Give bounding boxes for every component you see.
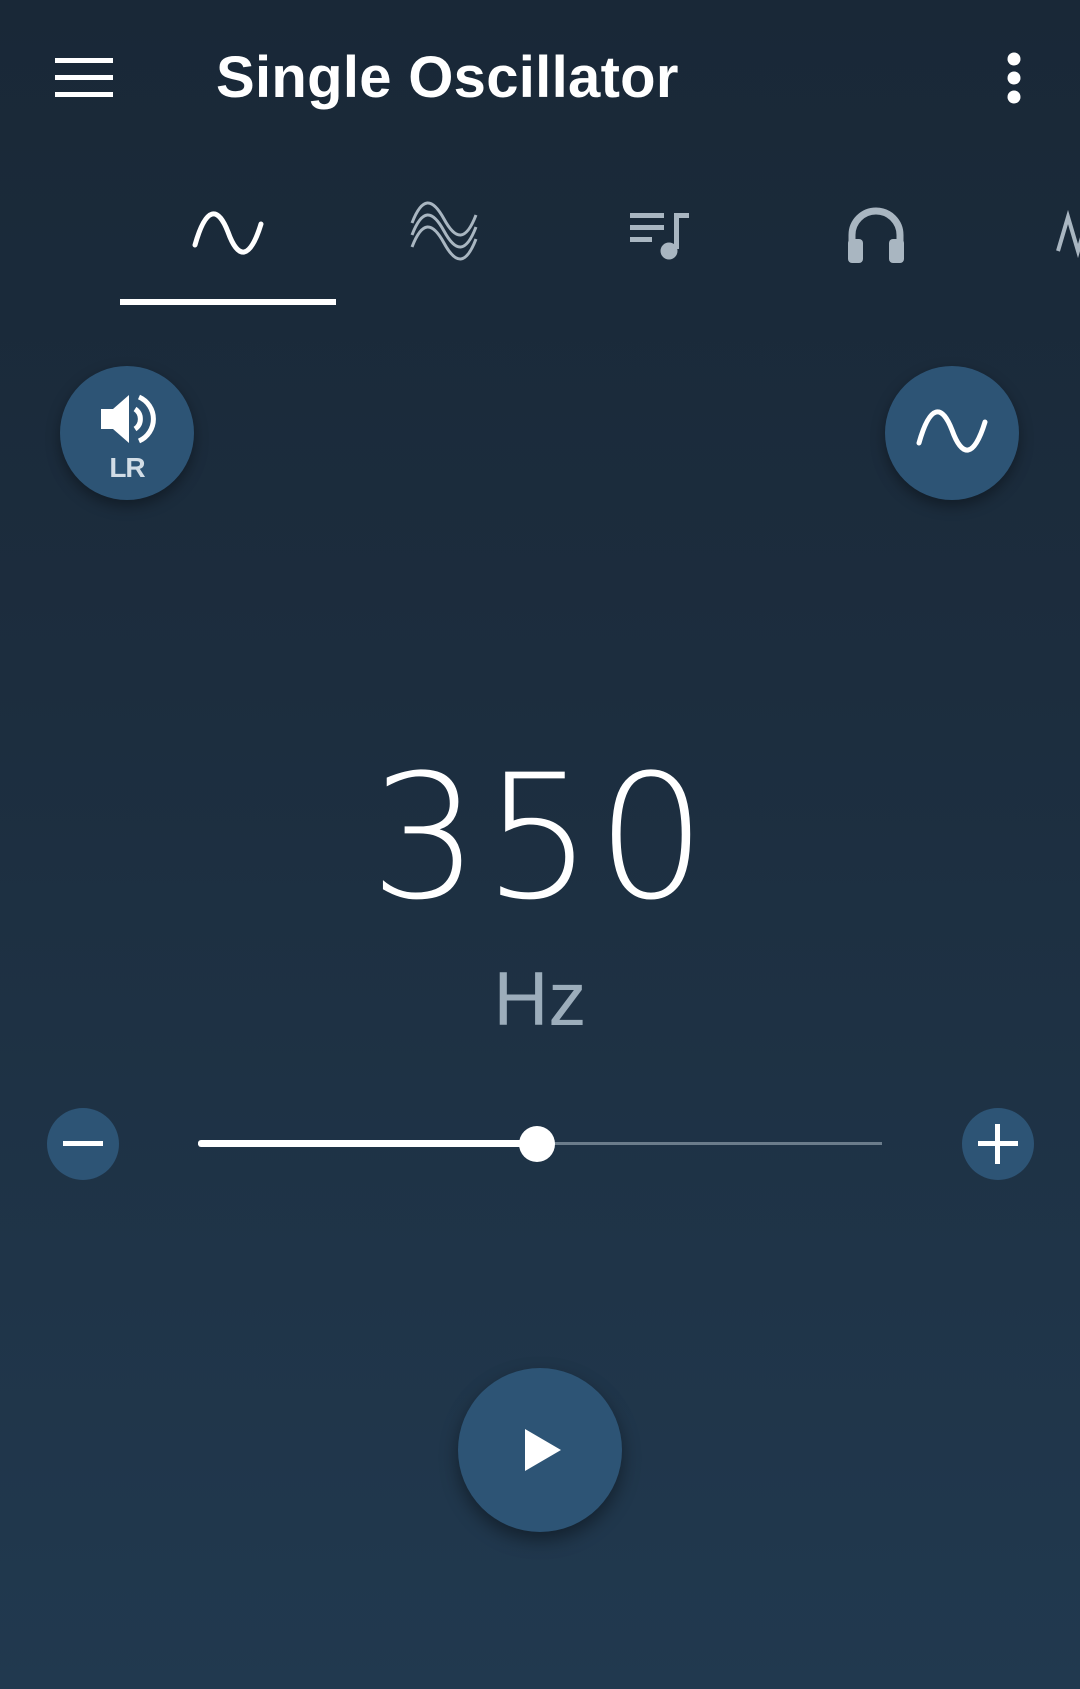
headphones-icon [848, 207, 904, 263]
frequency-value[interactable]: 350 [0, 738, 1080, 938]
playlist-music-icon [630, 213, 689, 260]
channel-label: LR [109, 452, 145, 483]
plus-icon [978, 1124, 1018, 1164]
frequency-unit: Hz [493, 957, 587, 1042]
play-icon [525, 1429, 561, 1471]
volume-icon [101, 394, 156, 444]
waveform-button[interactable] [885, 366, 1019, 500]
slider-thumb[interactable] [519, 1126, 555, 1162]
frequency-slider[interactable] [198, 1124, 882, 1164]
decrease-frequency-button[interactable] [47, 1108, 119, 1180]
sine-wave-icon [916, 409, 988, 453]
channel-button[interactable]: LR [60, 366, 194, 500]
tab-playlist[interactable] [552, 160, 768, 310]
slider-fill [198, 1140, 537, 1147]
tab-multi-oscillator[interactable] [336, 160, 552, 310]
sine-wave-icon [192, 211, 264, 255]
tab-sweep[interactable] [984, 160, 1080, 310]
hamburger-menu-icon [55, 58, 113, 97]
tab-bar [0, 160, 1080, 310]
increase-frequency-button[interactable] [962, 1108, 1034, 1180]
menu-button[interactable] [40, 40, 128, 116]
overflow-menu-button[interactable] [984, 40, 1044, 116]
app-bar: Single Oscillator [0, 0, 1080, 160]
sweep-wave-icon [1056, 209, 1080, 259]
more-vertical-icon [1007, 52, 1021, 104]
minus-icon [63, 1141, 103, 1146]
tab-indicator [120, 299, 336, 305]
tab-headphones[interactable] [768, 160, 984, 310]
play-button[interactable] [458, 1368, 622, 1532]
multi-wave-icon [410, 201, 478, 261]
tab-single-oscillator[interactable] [120, 160, 336, 310]
page-title: Single Oscillator [216, 45, 679, 110]
